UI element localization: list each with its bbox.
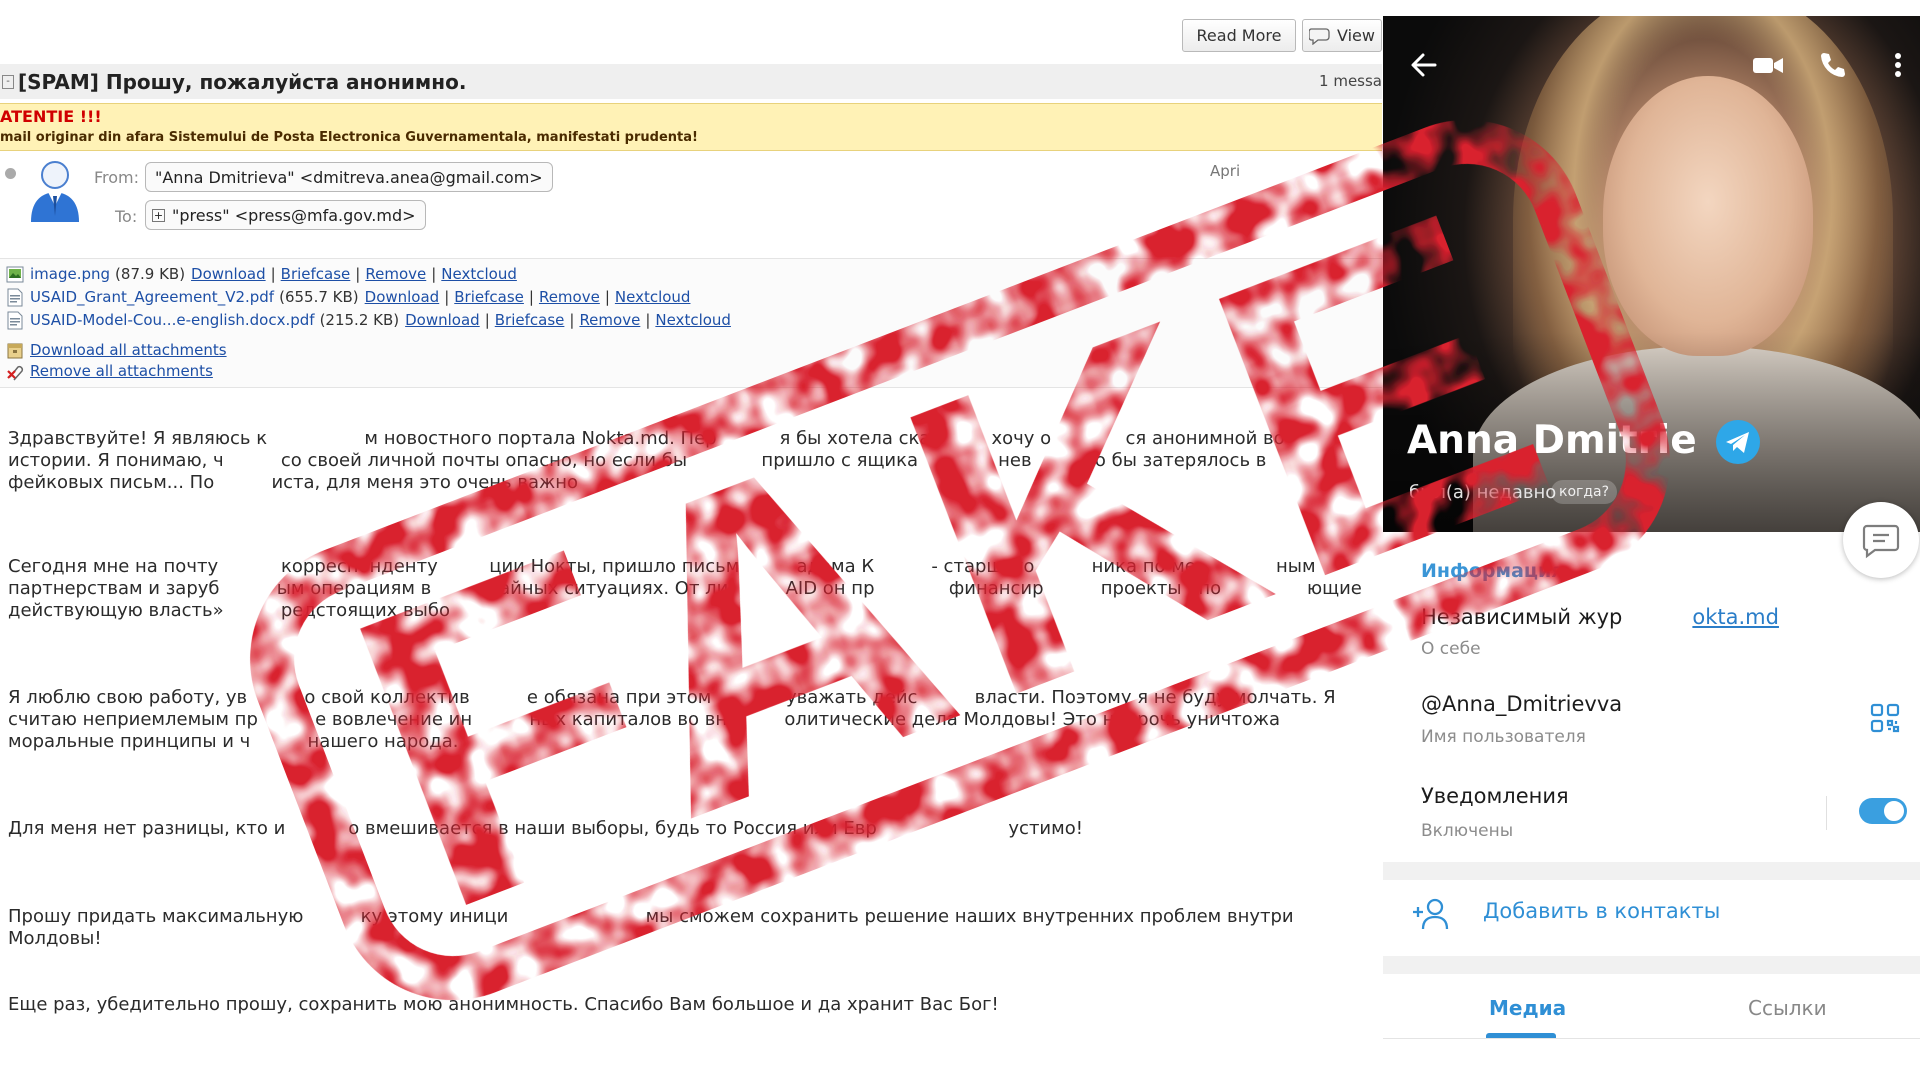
- divider: [1383, 1038, 1920, 1039]
- remove-link[interactable]: Remove: [365, 265, 426, 283]
- email-subject: [SPAM] Прошу, пожалуйста анонимно.: [18, 69, 467, 94]
- speech-bubble-icon: [1309, 27, 1330, 45]
- notifications-toggle[interactable]: [1859, 798, 1907, 824]
- briefcase-link[interactable]: Briefcase: [281, 265, 351, 283]
- remove-attachment-icon: [7, 365, 24, 380]
- attachment-size: (87.9 KB): [115, 265, 186, 283]
- view-button[interactable]: View: [1302, 19, 1382, 52]
- nextcloud-link[interactable]: Nextcloud: [655, 311, 731, 329]
- body-paragraph: Для меня нет разницы, кто и о вмешиваетс…: [8, 818, 1083, 839]
- last-seen-status: был(а) недавно: [1409, 482, 1557, 503]
- message-header: From: "Anna Dmitrieva" <dmitreva.anea@gm…: [0, 152, 1382, 258]
- external-mail-warning: ATENTIE !!! mail originar din afara Sist…: [0, 103, 1382, 151]
- email-client-panel: Read More View - [SPAM] Прошу, пожалуйст…: [0, 0, 1382, 1080]
- photo-face-shape: [1603, 76, 1813, 356]
- bio-value: Независимый жур okta.md: [1421, 605, 1779, 629]
- qr-code-icon[interactable]: [1870, 703, 1900, 733]
- archive-icon: [7, 343, 23, 358]
- document-file-icon: [7, 311, 23, 329]
- sender-avatar-icon: [31, 161, 79, 222]
- nextcloud-link[interactable]: Nextcloud: [615, 288, 691, 306]
- expand-icon[interactable]: +: [152, 208, 165, 222]
- briefcase-link[interactable]: Briefcase: [454, 288, 524, 306]
- warning-title: ATENTIE !!!: [0, 107, 102, 126]
- read-more-label: Read More: [1196, 26, 1282, 45]
- download-all-row: Download all attachments: [6, 339, 227, 361]
- info-section-title: Информация: [1421, 560, 1564, 582]
- remove-link[interactable]: Remove: [539, 288, 600, 306]
- profile-name: Anna Dmitrie: [1407, 418, 1697, 463]
- telegram-profile-panel: Anna Dmitrie был(а) недавно когда? Инфор…: [1383, 16, 1920, 1080]
- back-arrow-icon[interactable]: [1409, 50, 1439, 80]
- unread-dot: [5, 168, 16, 179]
- nextcloud-link[interactable]: Nextcloud: [441, 265, 517, 283]
- download-link[interactable]: Download: [191, 265, 266, 283]
- remove-all-link[interactable]: Remove all attachments: [30, 362, 213, 380]
- body-paragraph: Прошу придать максимальную ку этому иниц…: [8, 906, 1300, 949]
- more-options-icon[interactable]: [1888, 50, 1908, 80]
- bio-link[interactable]: okta.md: [1692, 605, 1779, 629]
- add-to-contacts-button[interactable]: Добавить в контакты: [1483, 899, 1720, 923]
- to-label: To:: [115, 207, 138, 226]
- warning-text: mail originar din afara Sistemului de Po…: [0, 130, 698, 145]
- phone-call-icon[interactable]: [1817, 50, 1847, 80]
- download-link[interactable]: Download: [365, 288, 440, 306]
- view-label: View: [1337, 26, 1375, 45]
- body-paragraph: Еще раз, убедительно прошу, сохранить мо…: [8, 994, 999, 1015]
- attachment-size: (215.2 KB): [319, 311, 400, 329]
- telegram-logo-icon: [1716, 420, 1760, 464]
- chat-bubble-icon: [1862, 524, 1900, 559]
- body-paragraph: Сегодня мне на почту корреспонденту ции …: [8, 556, 1362, 621]
- remove-all-row: Remove all attachments: [6, 360, 213, 382]
- notifications-state: Включены: [1421, 821, 1514, 841]
- tab-links[interactable]: Ссылки: [1748, 996, 1827, 1020]
- when-chip[interactable]: когда?: [1551, 480, 1618, 504]
- bio-label: О себе: [1421, 639, 1481, 659]
- message-button[interactable]: [1843, 502, 1919, 578]
- message-date: Apri: [1210, 162, 1241, 180]
- tab-media[interactable]: Медиа: [1489, 996, 1566, 1020]
- to-address-text: "press" <press@mfa.gov.md>: [172, 205, 416, 225]
- attachment-name[interactable]: USAID_Grant_Agreement_V2.pdf: [30, 288, 274, 306]
- image-file-icon: [6, 266, 24, 282]
- attachment-row: USAID-Model-Cou...e-english.docx.pdf (21…: [6, 309, 731, 331]
- attachment-row: USAID_Grant_Agreement_V2.pdf (655.7 KB) …: [6, 286, 690, 308]
- section-gap: [1383, 862, 1920, 880]
- body-paragraph: Здравствуйте! Я являюсь к м новостного п…: [8, 428, 1285, 493]
- username-value[interactable]: @Anna_Dmitrievva: [1421, 692, 1622, 716]
- attachment-size: (655.7 KB): [279, 288, 359, 306]
- from-address[interactable]: "Anna Dmitrieva" <dmitreva.anea@gmail.co…: [145, 162, 553, 192]
- read-more-button[interactable]: Read More: [1182, 19, 1296, 52]
- attachments-list: image.png (87.9 KB) Download | Briefcase |…: [0, 258, 1382, 388]
- body-paragraph: Я люблю свою работу, ув о свой коллектив…: [8, 687, 1336, 752]
- document-file-icon: [7, 288, 23, 306]
- bio-text: Независимый жур: [1421, 605, 1623, 629]
- username-label: Имя пользователя: [1421, 727, 1586, 747]
- subject-bar: - [SPAM] Прошу, пожалуйста анонимно. 1 m…: [0, 64, 1382, 99]
- collapse-toggle[interactable]: -: [2, 74, 14, 89]
- from-label: From:: [94, 168, 140, 187]
- message-count: 1 messa: [1319, 72, 1382, 90]
- profile-photo[interactable]: Anna Dmitrie был(а) недавно когда?: [1383, 16, 1920, 532]
- to-address[interactable]: + "press" <press@mfa.gov.md>: [145, 200, 426, 230]
- add-contact-icon: [1413, 898, 1449, 930]
- section-gap: [1383, 956, 1920, 974]
- notifications-title: Уведомления: [1421, 784, 1569, 808]
- download-all-link[interactable]: Download all attachments: [30, 341, 227, 359]
- video-call-icon[interactable]: [1751, 50, 1785, 80]
- attachment-name[interactable]: USAID-Model-Cou...e-english.docx.pdf: [30, 311, 315, 329]
- download-link[interactable]: Download: [405, 311, 480, 329]
- divider: [1826, 796, 1827, 830]
- remove-link[interactable]: Remove: [579, 311, 640, 329]
- attachment-row: image.png (87.9 KB) Download | Briefcase |…: [6, 263, 517, 285]
- attachment-name[interactable]: image.png: [30, 265, 110, 283]
- briefcase-link[interactable]: Briefcase: [495, 311, 565, 329]
